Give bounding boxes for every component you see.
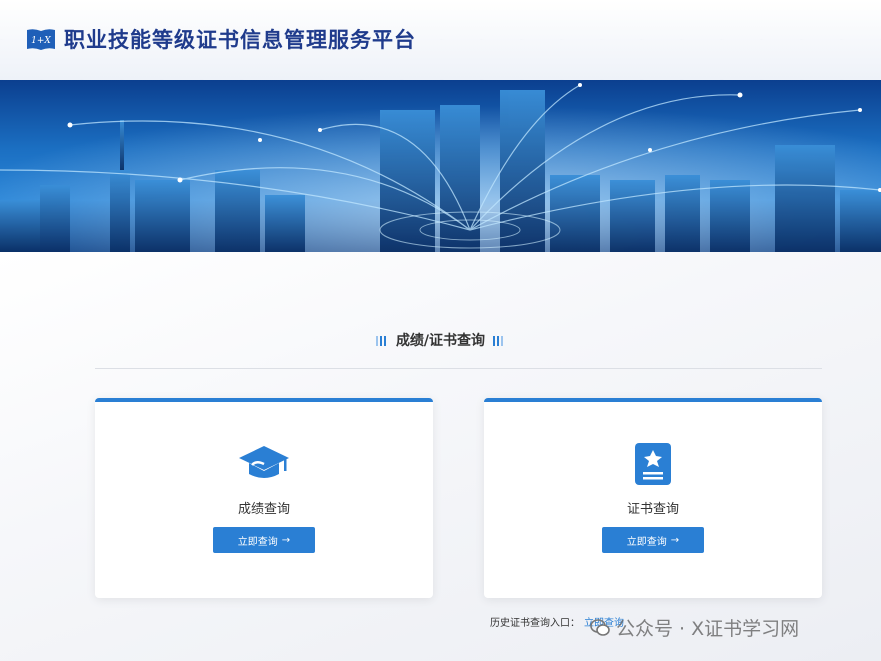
section-divider bbox=[95, 368, 822, 369]
certificate-query-label: 证书查询 bbox=[626, 502, 679, 517]
site-title: 职业技能等级证书信息管理服务平台 bbox=[64, 28, 416, 52]
watermark-text: 公众号 · X证书学习网 bbox=[616, 618, 800, 640]
certificate-query-card: 证书查询 立即查询 → bbox=[484, 398, 822, 598]
score-query-label: 成绩查询 bbox=[237, 502, 290, 517]
certificate-query-button[interactable]: 立即查询 → bbox=[602, 527, 704, 553]
section-heading: 成绩/证书查询 bbox=[0, 330, 881, 350]
certificate-query-button-label: 立即查询 bbox=[626, 536, 667, 548]
watermark: 公众号 · X证书学习网 bbox=[590, 614, 799, 641]
graduation-cap-icon bbox=[239, 446, 289, 478]
heading-bars-right-icon bbox=[493, 336, 505, 346]
heading-bars-left-icon bbox=[375, 336, 388, 346]
certificate-icon bbox=[635, 443, 671, 485]
wechat-icon bbox=[590, 618, 610, 636]
city-banner bbox=[0, 80, 881, 252]
book-logo-icon: 1+X bbox=[27, 29, 55, 50]
section-title: 成绩/证书查询 bbox=[395, 333, 486, 349]
main-content: 成绩/证书查询 成绩查询 立即查询 → 证书查询 立即查询 → 历史证书查询入口… bbox=[0, 252, 881, 661]
arrow-right-icon: → bbox=[670, 534, 680, 546]
score-query-button-label: 立即查询 bbox=[237, 536, 278, 548]
history-query-label: 历史证书查询入口： bbox=[490, 618, 580, 629]
arrow-right-icon: → bbox=[281, 534, 291, 546]
page-header: 1+X 职业技能等级证书信息管理服务平台 bbox=[0, 0, 881, 80]
score-query-button[interactable]: 立即查询 → bbox=[213, 527, 315, 553]
logo-text: 1+X bbox=[31, 36, 51, 46]
score-query-card: 成绩查询 立即查询 → bbox=[95, 398, 433, 598]
